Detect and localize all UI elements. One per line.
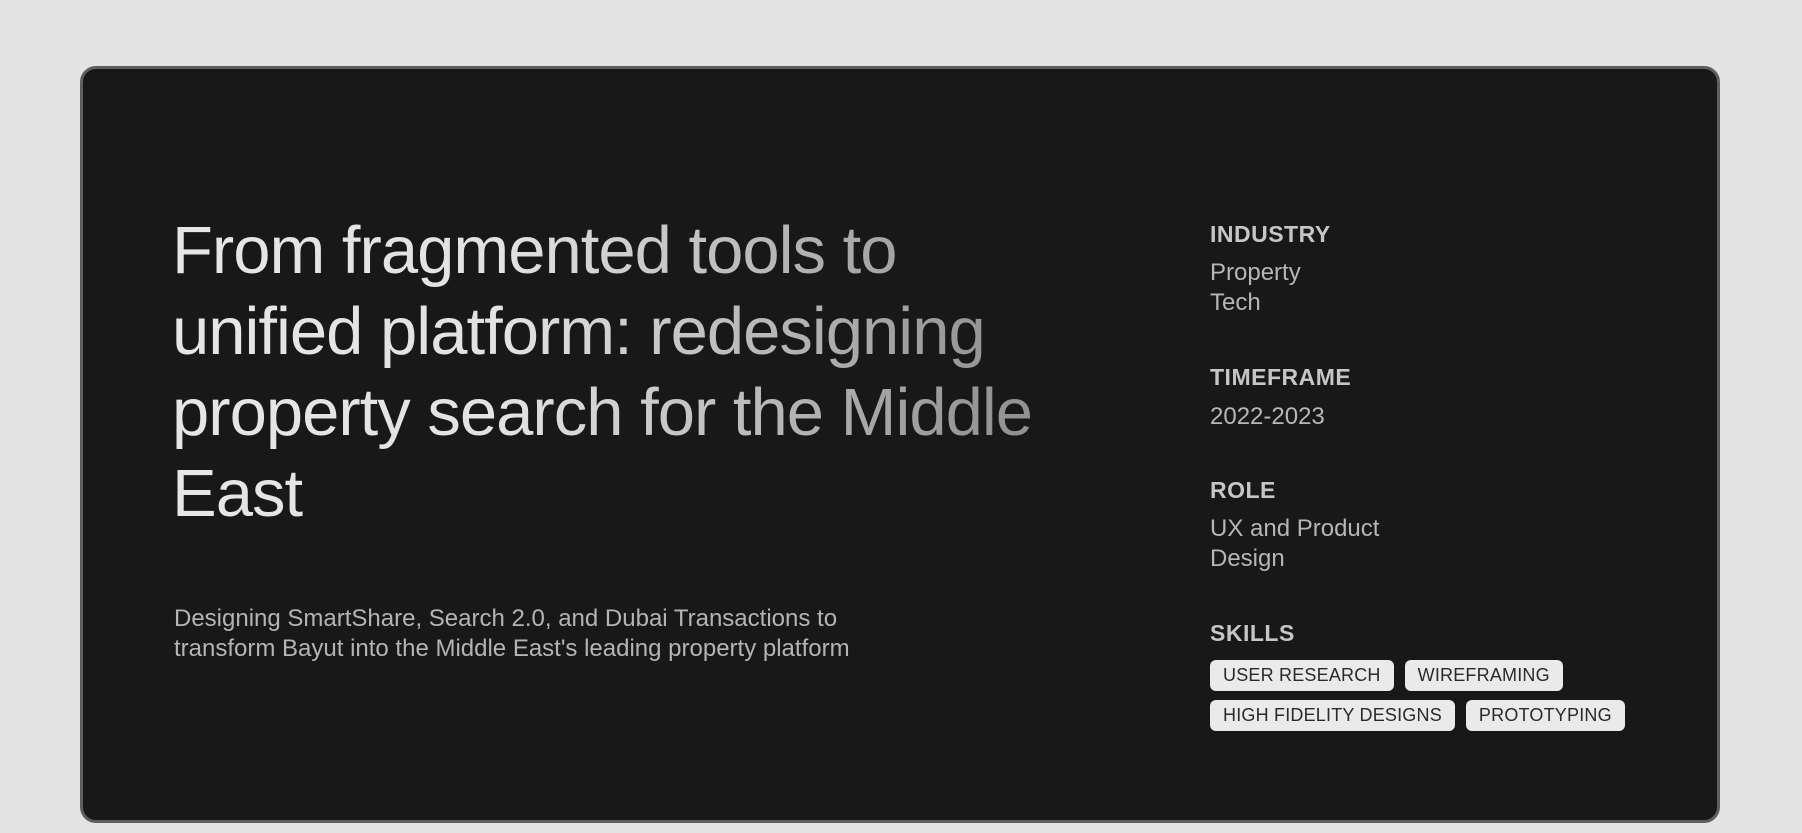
skills-label: SKILLS [1210,620,1295,646]
timeframe-value: 2022-2023 [1210,403,1325,430]
project-subtitle: Designing SmartShare, Search 2.0, and Du… [174,605,850,662]
skill-chip-high-fidelity-designs[interactable]: HIGH FIDELITY DESIGNS [1210,700,1455,731]
skill-chip-wireframing[interactable]: WIREFRAMING [1404,660,1563,691]
skill-chip-user-research[interactable]: USER RESEARCH [1210,660,1394,691]
skill-chip-prototyping[interactable]: PROTOTYPING [1465,700,1625,731]
industry-section: INDUSTRY Property Tech [1210,220,1680,318]
industry-value: Property Tech [1210,259,1301,316]
role-label: ROLE [1210,477,1276,503]
timeframe-label: TIMEFRAME [1210,364,1352,390]
skills-chip-list: USER RESEARCH WIREFRAMING HIGH FIDELITY … [1210,660,1650,731]
industry-label: INDUSTRY [1210,221,1331,247]
role-value: UX and Product Design [1210,515,1380,572]
project-title: From fragmented tools to unified platfor… [172,210,1052,534]
timeframe-section: TIMEFRAME 2022-2023 [1210,363,1680,432]
role-section: ROLE UX and Product Design [1210,476,1680,574]
skills-section: SKILLS USER RESEARCH WIREFRAMING HIGH FI… [1210,619,1680,731]
